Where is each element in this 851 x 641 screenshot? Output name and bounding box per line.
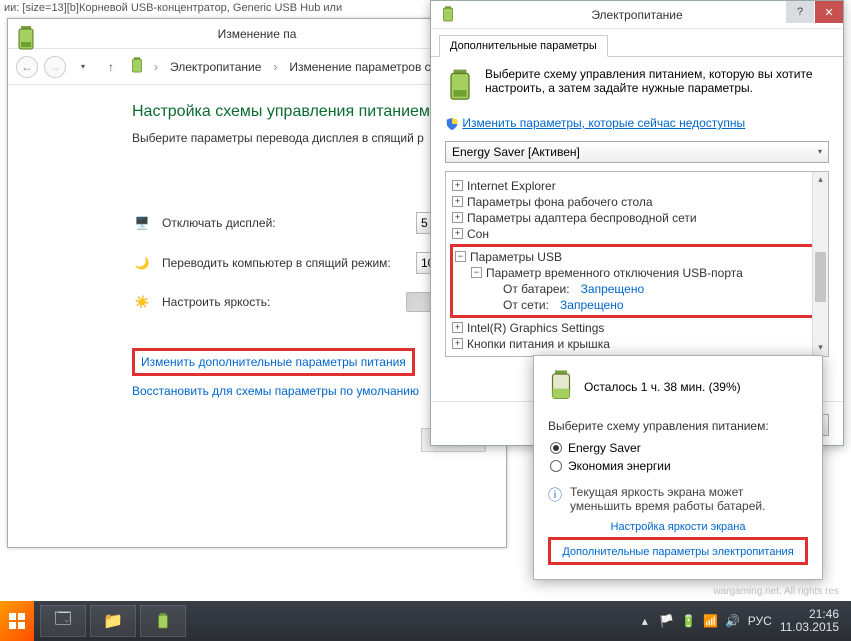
highlight-annotation: Изменить дополнительные параметры питани… (132, 348, 415, 376)
collapse-icon[interactable]: − (471, 267, 482, 278)
tree-item-usb-suspend[interactable]: Параметр временного отключения USB-порта (486, 265, 743, 281)
expand-icon[interactable]: + (452, 180, 463, 191)
brightness-warning: Текущая яркость экрана может уменьшить в… (570, 485, 808, 513)
battery-icon (16, 24, 36, 55)
nav-forward-button[interactable]: → (44, 56, 66, 78)
plan-combobox[interactable]: Energy Saver [Активен]▾ (445, 141, 829, 163)
change-unavailable-settings-link[interactable]: Изменить параметры, которые сейчас недос… (462, 116, 745, 130)
tab-advanced[interactable]: Дополнительные параметры (439, 35, 608, 57)
tray-action-center-icon[interactable]: 🏳️ (660, 614, 674, 628)
battery-icon (445, 67, 475, 106)
collapse-icon[interactable]: − (455, 251, 466, 262)
adjust-brightness-link[interactable]: Настройка яркости экрана (548, 521, 808, 533)
info-icon: ⓘ (548, 485, 562, 505)
taskbar: 🗔 📁 ▴ 🏳️ 🔋 📶 🔊 РУС 21:46 11.03.2015 (0, 601, 851, 641)
nav-back-button[interactable]: ← (16, 56, 38, 78)
taskbar-app-2[interactable]: 📁 (90, 605, 136, 637)
tree-value-on-battery[interactable]: Запрещено (581, 281, 644, 297)
advanced-settings-link[interactable]: Изменить дополнительные параметры питани… (141, 355, 406, 369)
tray-language[interactable]: РУС (748, 614, 772, 628)
battery-flyout: Осталось 1 ч. 38 мин. (39%) Выберите схе… (533, 355, 823, 580)
tree-item-usb[interactable]: Параметры USB (470, 249, 562, 265)
tree-label-plugged-in: От сети: (503, 297, 549, 313)
help-button[interactable]: ? (786, 1, 814, 23)
breadcrumb-power[interactable]: Электропитание (166, 58, 265, 76)
battery-status: Осталось 1 ч. 38 мин. (39%) (584, 380, 741, 394)
highlight-annotation: Дополнительные параметры электропитания (548, 537, 808, 565)
battery-icon (439, 5, 457, 26)
tree-item-power-buttons-lid[interactable]: Кнопки питания и крышка (467, 336, 610, 352)
tray-network-icon[interactable]: 📶 (704, 614, 718, 628)
brightness-icon: ☀️ (132, 292, 152, 312)
battery-icon (548, 368, 574, 405)
settings-tree: + Internet Explorer + Параметры фона рабоч… (445, 171, 829, 357)
tray-show-hidden-icon[interactable]: ▴ (638, 614, 652, 628)
expand-icon[interactable]: + (452, 196, 463, 207)
titlebar: Электропитание ? ✕ (431, 1, 843, 29)
tree-label-on-battery: От батареи: (503, 281, 570, 297)
tabstrip: Дополнительные параметры (431, 29, 843, 57)
tree-item-intel-graphics[interactable]: Intel(R) Graphics Settings (467, 320, 604, 336)
expand-icon[interactable]: + (452, 322, 463, 333)
nav-up-button[interactable]: ↑ (100, 56, 122, 78)
tray-volume-icon[interactable]: 🔊 (726, 614, 740, 628)
breadcrumb-edit-plan[interactable]: Изменение параметров схе (285, 58, 447, 76)
window-title: Электропитание (591, 8, 682, 22)
start-button[interactable] (0, 601, 34, 641)
highlight-annotation: −Параметры USB −Параметр временного откл… (450, 244, 826, 318)
shield-icon (445, 117, 459, 131)
tree-value-plugged-in[interactable]: Запрещено (560, 297, 623, 313)
taskbar-power-options[interactable] (140, 605, 186, 637)
tray-battery-icon[interactable]: 🔋 (682, 614, 696, 628)
chevron-right-icon: › (152, 60, 160, 74)
watermark: wargaming.net. All rights res (713, 586, 839, 597)
tray-clock[interactable]: 21:46 11.03.2015 (780, 608, 843, 634)
battery-icon (128, 56, 146, 77)
expand-icon[interactable]: + (452, 338, 463, 349)
window-title: Изменение па (218, 27, 297, 41)
chevron-down-icon[interactable]: ▾ (72, 56, 94, 78)
restore-defaults-link[interactable]: Восстановить для схемы параметры по умол… (132, 384, 419, 398)
display-icon: 🖥️ (132, 213, 152, 233)
chevron-right-icon: › (271, 60, 279, 74)
sleep-icon: 🌙 (132, 253, 152, 273)
advanced-description: Выберите схему управления питанием, кото… (485, 67, 829, 95)
close-button[interactable]: ✕ (815, 1, 843, 23)
truncated-text-behind: ии: [size=13][b]Корневой USB-концентрато… (0, 0, 346, 16)
brightness-label: Настроить яркость: (162, 295, 396, 309)
taskbar-app-1[interactable]: 🗔 (40, 605, 86, 637)
scrollbar[interactable]: ▴▾ (812, 172, 828, 356)
radio-icon (550, 442, 562, 454)
radio-icon (550, 460, 562, 472)
tree-item-desktop-bg[interactable]: Параметры фона рабочего стола (467, 194, 653, 210)
plan-radio-energy-saver[interactable]: Energy Saver (550, 441, 808, 455)
display-off-label: Отключать дисплей: (162, 216, 406, 230)
more-power-options-link[interactable]: Дополнительные параметры электропитания (562, 546, 793, 558)
tree-item-wifi[interactable]: Параметры адаптера беспроводной сети (467, 210, 697, 226)
sleep-label: Переводить компьютер в спящий режим: (162, 256, 406, 270)
expand-icon[interactable]: + (452, 228, 463, 239)
flyout-heading: Выберите схему управления питанием: (548, 419, 808, 433)
tree-item-ie[interactable]: Internet Explorer (467, 178, 556, 194)
plan-radio-power-saving[interactable]: Экономия энергии (550, 459, 808, 473)
tree-item-sleep[interactable]: Сон (467, 226, 489, 242)
expand-icon[interactable]: + (452, 212, 463, 223)
